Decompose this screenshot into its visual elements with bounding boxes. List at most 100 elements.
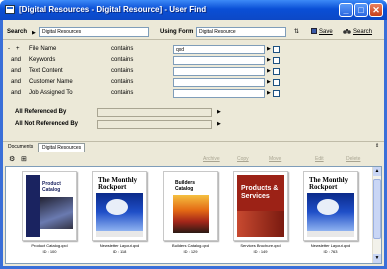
criteria-value-input[interactable] [173,89,265,98]
document-card[interactable]: Builders Catalog Builders Catalog.qxd ID… [163,171,218,259]
not-referenced-by-arrow-icon[interactable]: ▶ [217,121,221,127]
operator[interactable]: contains [111,46,133,52]
results-grid: Product Catalog Product Catalog.qxd ID :… [5,166,382,264]
search-target-arrow-icon[interactable]: ▶ [32,30,36,36]
document-filename: Services Brochure.qxd [240,243,281,248]
criteria-row: and Text Content contains ▶ [3,67,384,77]
document-thumbnail[interactable]: The Monthly Rockport [303,171,358,241]
document-filename: Product Catalog.qxd [31,243,68,248]
criteria-value-input[interactable] [173,78,265,87]
criteria-checkbox[interactable] [273,68,280,75]
document-card[interactable]: Product Catalog Product Catalog.qxd ID :… [22,171,77,259]
value-picker-arrow-icon[interactable]: ▶ [267,90,271,96]
operator[interactable]: contains [111,68,133,74]
divider [3,39,384,40]
not-referenced-by-field[interactable] [97,120,212,129]
cover-image: Builders Catalog [167,175,214,237]
document-id: ID : 129 [183,249,198,254]
scroll-up-icon[interactable]: ▲ [373,167,381,176]
document-id: ID : 118 [112,249,127,254]
conjunction[interactable]: and [11,79,21,85]
referenced-by-label: All Referenced By [15,109,67,115]
settings-gear-icon[interactable]: ⚙ [9,155,15,163]
delete-button[interactable]: Delete [346,156,360,162]
field-name: Customer Name [29,79,73,85]
conjunction[interactable]: and [11,57,21,63]
document-thumbnail[interactable]: The Monthly Rockport [92,171,147,241]
move-button[interactable]: Move [269,156,281,162]
document-card[interactable]: Products & Services Services Brochure.qx… [233,171,288,259]
criteria-row: - + File Name contains qxd ▶ [3,45,384,55]
add-row-button[interactable]: + [16,46,20,52]
field-name: Keywords [29,57,56,63]
window-title: [Digital Resources - Digital Resource] -… [19,5,207,14]
app-icon [5,5,15,14]
referenced-by-row: All Referenced By ▶ [3,108,384,118]
cover-title: Products & Services [241,185,279,200]
search-target-field[interactable]: Digital Resources [39,27,149,37]
criteria-value-input[interactable]: qxd [173,45,265,54]
document-thumbnail[interactable]: Products & Services [233,171,288,241]
remove-row-button[interactable]: - [8,46,10,52]
save-label: Save [319,29,333,35]
referenced-by-field[interactable] [97,108,212,117]
cover-image: Products & Services [237,175,284,237]
vertical-scrollbar[interactable]: ▲ ▼ [372,167,381,263]
criteria-row: and Customer Name contains ▶ [3,78,384,88]
scroll-down-icon[interactable]: ▼ [373,254,381,263]
scroll-thumb[interactable] [373,179,381,239]
document-card[interactable]: The Monthly Rockport Newsletter Layout.q… [303,171,358,259]
field-name: Text Content [29,68,63,74]
criteria-checkbox[interactable] [273,79,280,86]
copy-button[interactable]: Copy [237,156,249,162]
operator[interactable]: contains [111,79,133,85]
criteria-checkbox[interactable] [273,46,280,53]
save-button[interactable]: Save [311,28,333,35]
edit-button[interactable]: Edit [315,156,324,162]
title-bar[interactable]: [Digital Resources - Digital Resource] -… [0,0,387,20]
tab-documents[interactable]: Documents [5,143,36,151]
document-filename: Newsletter Layout.qxd [99,243,140,248]
value-picker-arrow-icon[interactable]: ▶ [267,68,271,74]
minimize-button[interactable]: _ [339,3,353,17]
document-filename: Builders Catalog.qxd [172,243,209,248]
document-id: ID : 100 [42,249,57,254]
criteria-value-input[interactable] [173,56,265,65]
operator[interactable]: contains [111,57,133,63]
sort-options-icon[interactable]: ⇅ [294,28,299,35]
tab-strip: Documents Digital Resources ⇕ [3,142,384,152]
value-picker-arrow-icon[interactable]: ▶ [267,57,271,63]
value-picker-arrow-icon[interactable]: ▶ [267,46,271,52]
archive-button[interactable]: Archive [203,156,220,162]
referenced-by-arrow-icon[interactable]: ▶ [217,109,221,115]
cover-title: Product Catalog [42,181,61,193]
cover-image: Product Catalog [26,175,73,237]
document-thumbnail[interactable]: Product Catalog [22,171,77,241]
document-id: ID : 149 [253,249,268,254]
operator[interactable]: contains [111,90,133,96]
close-button[interactable]: ✕ [369,3,383,17]
document-id: ID : 763 [323,249,338,254]
document-thumbnail[interactable]: Builders Catalog [163,171,218,241]
field-name: File Name [29,46,57,52]
conjunction[interactable]: and [11,68,21,74]
view-mode-icon[interactable]: ⊞ [21,155,27,163]
tab-digital-resources[interactable]: Digital Resources [38,143,86,152]
search-button[interactable]: Search [343,28,372,35]
cover-image: The Monthly Rockport [307,175,354,237]
using-form-label: Using Form [160,29,194,35]
document-filename: Newsletter Layout.qxd [310,243,351,248]
criteria-value-input[interactable] [173,67,265,76]
conjunction[interactable]: and [11,90,21,96]
using-form-field[interactable]: Digital Resource [196,27,286,37]
criteria-row: and Job Assigned To contains ▶ [3,89,384,99]
cover-title: The Monthly Rockport [98,176,138,191]
criteria-checkbox[interactable] [273,57,280,64]
save-icon [311,28,317,34]
app-window: [Digital Resources - Digital Resource] -… [0,0,387,269]
maximize-button[interactable]: □ [354,3,368,17]
document-card[interactable]: The Monthly Rockport Newsletter Layout.q… [92,171,147,259]
criteria-checkbox[interactable] [273,90,280,97]
value-picker-arrow-icon[interactable]: ▶ [267,79,271,85]
splitter-icon[interactable]: ⇕ [375,143,379,149]
